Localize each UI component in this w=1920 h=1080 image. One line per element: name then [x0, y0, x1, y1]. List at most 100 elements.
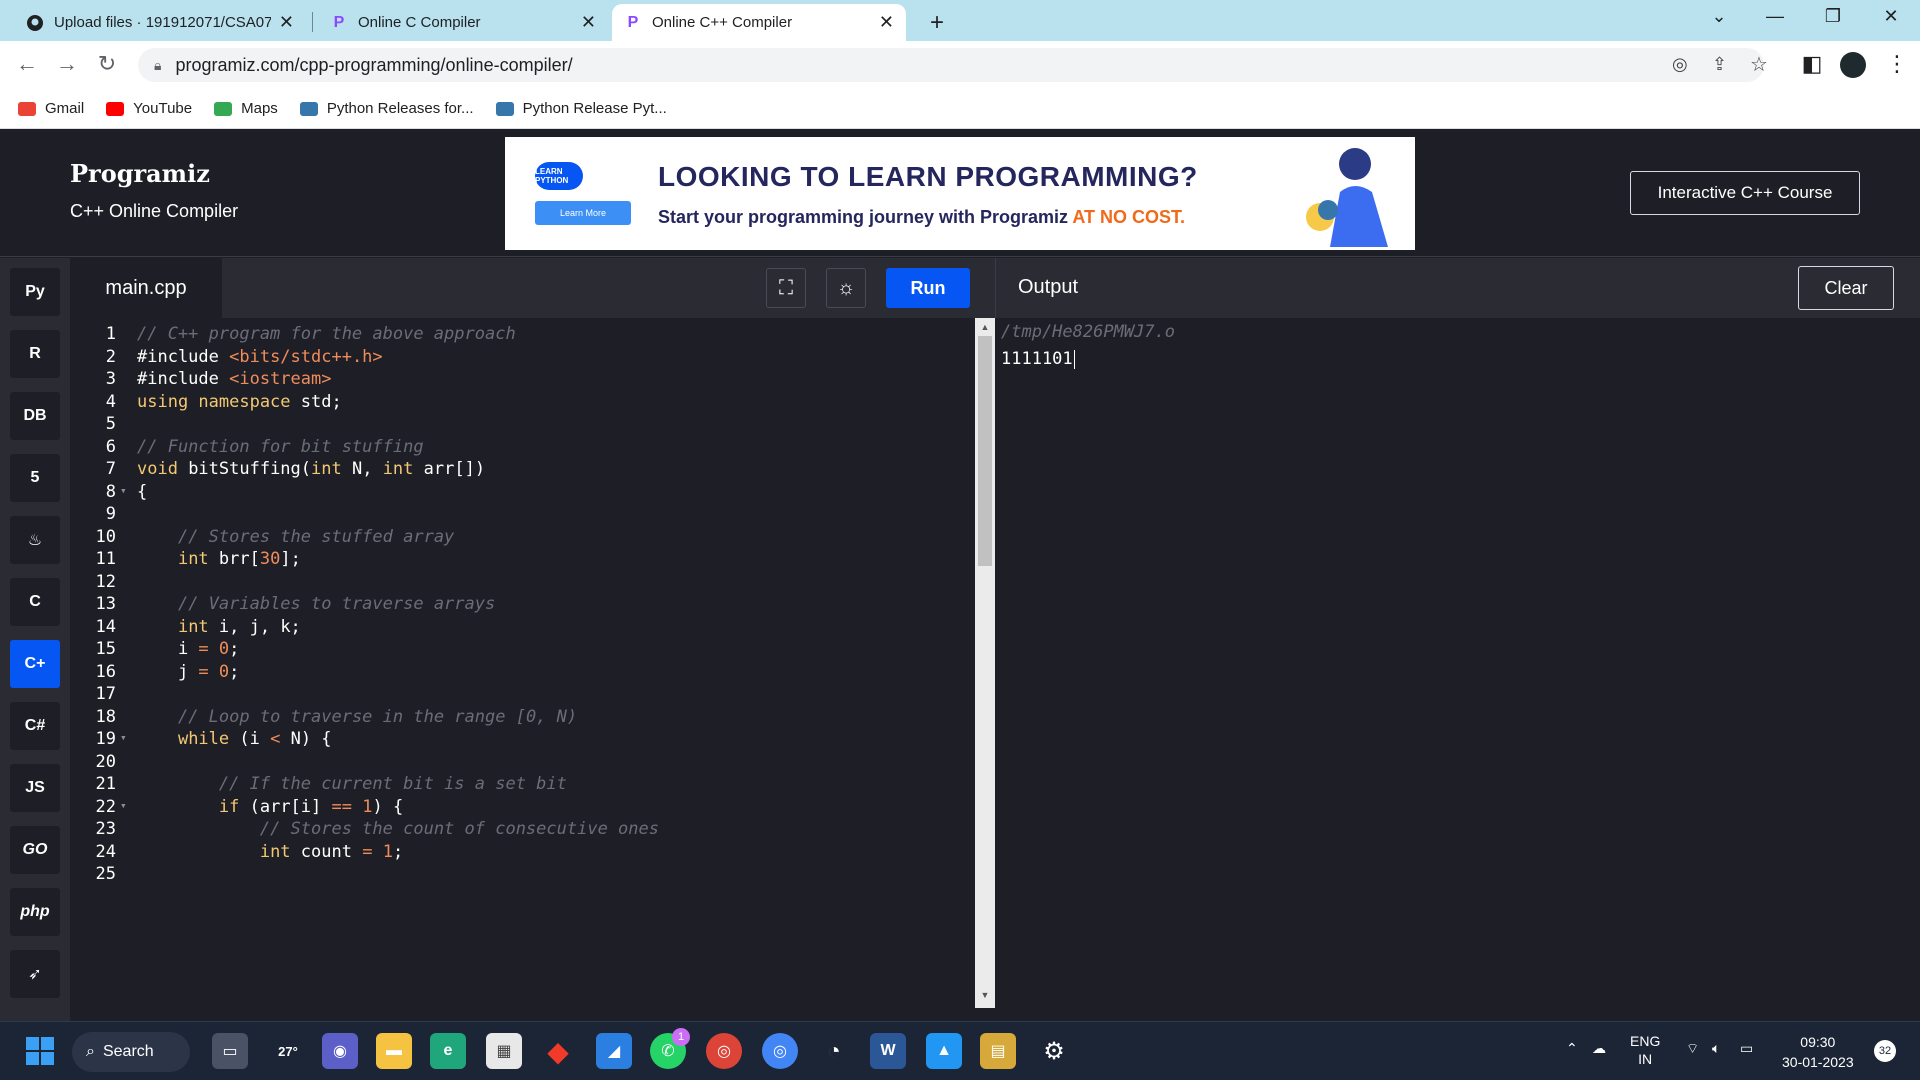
- wifi-icon[interactable]: ⌔: [1686, 1040, 1699, 1058]
- code-text: {: [137, 481, 148, 502]
- avatar[interactable]: [1840, 52, 1866, 78]
- fold-toggle-icon[interactable]: ▾: [120, 731, 127, 744]
- line-number: 21: [95, 774, 116, 794]
- swift-icon[interactable]: ➶: [10, 950, 60, 998]
- bookmark-youtube[interactable]: YouTube: [106, 100, 192, 117]
- r-icon[interactable]: R: [10, 330, 60, 378]
- window-close-icon[interactable]: ✕: [1868, 6, 1914, 27]
- editor-scrollbar-thumb[interactable]: [978, 336, 992, 566]
- javascript-icon[interactable]: JS: [10, 764, 60, 812]
- code-editor[interactable]: 1 // C++ program for the above approach 2 #…: [70, 318, 975, 1021]
- onedrive-icon[interactable]: ☁: [1592, 1040, 1606, 1057]
- line-number: 8: [105, 481, 116, 502]
- banner-subtext: Start your programming journey with Prog…: [658, 207, 1186, 227]
- code-text: int count = 1;: [259, 841, 404, 862]
- new-tab-button[interactable]: +: [918, 4, 954, 41]
- settings-icon[interactable]: ⚙: [1036, 1033, 1072, 1069]
- app-icon[interactable]: ▤: [980, 1033, 1016, 1069]
- bookmark-label: YouTube: [133, 100, 193, 117]
- chat-icon[interactable]: ◉: [322, 1033, 358, 1069]
- close-icon[interactable]: ✕: [279, 12, 294, 33]
- fold-toggle-icon[interactable]: ▾: [120, 484, 127, 497]
- page-title: C++ Online Compiler: [70, 201, 239, 221]
- bookmark-label: Maps: [241, 100, 278, 117]
- bookmark-python-releases[interactable]: Python Releases for...: [299, 100, 474, 117]
- battery-icon[interactable]: ▭: [1740, 1040, 1753, 1057]
- cpp-icon[interactable]: C+: [10, 640, 60, 688]
- restore-icon[interactable]: ❐: [1810, 6, 1856, 27]
- word-icon[interactable]: W: [870, 1033, 906, 1069]
- interactive-course-button[interactable]: Interactive C++ Course: [1630, 171, 1860, 215]
- fullscreen-icon[interactable]: ⛶: [766, 268, 806, 308]
- url-field[interactable]: 🔒︎ programiz.com/cpp-programming/online-…: [138, 48, 1768, 82]
- bookmark-gmail[interactable]: Gmail: [18, 100, 84, 117]
- share-icon[interactable]: ⇪: [1712, 54, 1727, 75]
- forward-icon[interactable]: →: [52, 51, 82, 77]
- bookmark-maps[interactable]: Maps: [214, 100, 278, 117]
- php-icon[interactable]: php: [10, 888, 60, 936]
- tab-online-c-compiler[interactable]: P Online C Compiler ✕: [318, 4, 608, 41]
- browser-tab-bar: Upload files · 191912071/CSA070 ✕ P Onli…: [0, 0, 1920, 41]
- file-explorer-icon[interactable]: ▬: [376, 1033, 412, 1069]
- chrome-profile-icon[interactable]: ◎: [762, 1033, 798, 1069]
- address-bar: ← → ↻ 🔒︎ programiz.com/cpp-programming/o…: [0, 41, 1920, 89]
- banner-learn-more-button[interactable]: Learn More: [535, 201, 631, 225]
- tab-search-icon[interactable]: ⌄: [1696, 6, 1742, 27]
- task-view-icon[interactable]: ▭: [212, 1033, 248, 1069]
- go-icon[interactable]: GO: [10, 826, 60, 874]
- clock[interactable]: 09:30 30-01-2023: [1782, 1032, 1854, 1072]
- scroll-down-icon[interactable]: ▼: [978, 990, 992, 1000]
- clear-button[interactable]: Clear: [1798, 266, 1894, 310]
- bookmark-python-release-pyt[interactable]: Python Release Pyt...: [495, 100, 667, 117]
- line-number: 13: [95, 594, 116, 614]
- csharp-icon[interactable]: C#: [10, 702, 60, 750]
- lock-icon[interactable]: 🔒︎: [154, 57, 161, 74]
- photos-icon[interactable]: ▲: [926, 1033, 962, 1069]
- close-icon[interactable]: ✕: [879, 12, 894, 33]
- star-icon[interactable]: ☆: [1750, 52, 1768, 77]
- fold-toggle-icon[interactable]: ▾: [120, 799, 127, 812]
- text-cursor: [1073, 349, 1075, 369]
- weather-widget[interactable]: 27°: [266, 1033, 310, 1069]
- github-icon: [26, 14, 44, 32]
- java-icon[interactable]: ♨: [10, 516, 60, 564]
- programiz-logo[interactable]: Programiz: [70, 159, 210, 188]
- menu-icon[interactable]: ⋮: [1882, 51, 1912, 77]
- close-icon[interactable]: ✕: [581, 12, 596, 33]
- c-icon[interactable]: C: [10, 578, 60, 626]
- tray-chevron-icon[interactable]: ⌃: [1566, 1040, 1578, 1057]
- eye-off-icon[interactable]: ◎: [1672, 54, 1688, 75]
- chrome-icon[interactable]: ◎: [706, 1033, 742, 1069]
- volume-icon[interactable]: 🔈︎: [1712, 1040, 1720, 1057]
- line-number: 24: [95, 841, 116, 862]
- whatsapp-badge: 1: [672, 1028, 690, 1046]
- side-panel-icon[interactable]: ◧: [1797, 51, 1827, 77]
- sql-icon[interactable]: DB: [10, 392, 60, 440]
- python-icon[interactable]: Py: [10, 268, 60, 316]
- theme-toggle-icon[interactable]: ☼: [826, 268, 866, 308]
- back-icon[interactable]: ←: [12, 51, 42, 77]
- ad-banner[interactable]: LEARN PYTHON Learn More LOOKING TO LEARN…: [505, 137, 1415, 250]
- notification-badge[interactable]: 32: [1874, 1040, 1896, 1062]
- line-number: 25: [95, 864, 116, 884]
- tab-online-cpp-compiler[interactable]: P Online C++ Compiler ✕: [612, 4, 906, 41]
- run-button[interactable]: Run: [886, 268, 970, 308]
- speedometer-icon[interactable]: ◔: [816, 1033, 852, 1069]
- minimize-icon[interactable]: —: [1752, 6, 1798, 27]
- store-icon[interactable]: ▦: [486, 1033, 522, 1069]
- output-console[interactable]: /tmp/He826PMWJ7.o 1111101: [995, 318, 1920, 1021]
- reload-icon[interactable]: ↻: [92, 51, 122, 77]
- file-tab-main-cpp[interactable]: main.cpp: [70, 258, 222, 318]
- app-icon[interactable]: ◢: [596, 1033, 632, 1069]
- windows-start-icon[interactable]: [22, 1033, 58, 1069]
- language-indicator[interactable]: ENG IN: [1630, 1032, 1660, 1068]
- html-icon[interactable]: 5: [10, 454, 60, 502]
- scroll-up-icon[interactable]: ▲: [978, 322, 992, 332]
- line-number: 10: [95, 526, 116, 547]
- anydesk-icon[interactable]: ◆: [540, 1033, 576, 1069]
- edge-icon[interactable]: e: [430, 1033, 466, 1069]
- tab-upload-files[interactable]: Upload files · 191912071/CSA070 ✕: [14, 4, 306, 41]
- code-text: j = 0;: [137, 661, 240, 682]
- taskbar-search[interactable]: ⌕ Search: [72, 1032, 190, 1072]
- code-line[interactable]: 25: [70, 864, 975, 891]
